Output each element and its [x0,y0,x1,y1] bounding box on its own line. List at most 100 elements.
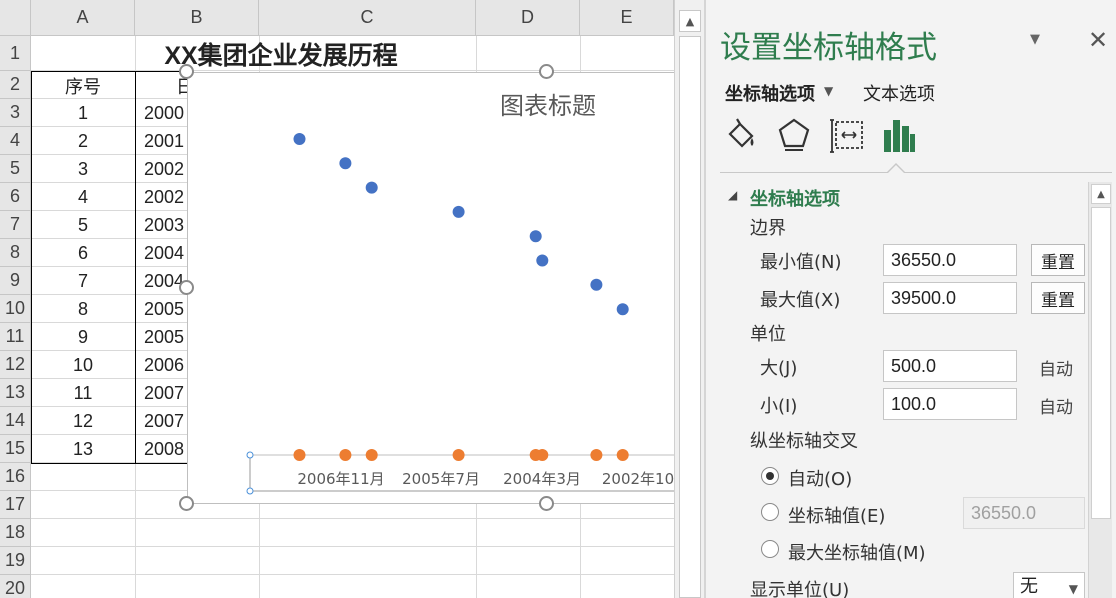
data-point-series-1[interactable] [590,278,603,291]
row-header[interactable]: 18 [0,519,31,547]
pane-scrollbar[interactable]: ▲ [1088,182,1112,598]
size-properties-icon[interactable] [830,116,864,154]
column-header-b[interactable]: B [135,0,259,36]
column-header-d[interactable]: D [476,0,580,36]
cell-seq[interactable]: 10 [31,351,135,379]
close-icon[interactable]: ✕ [1088,26,1108,54]
cell-seq[interactable]: 11 [31,379,135,407]
collapse-triangle-icon[interactable]: ◢ [728,188,737,202]
data-point-series-2[interactable] [590,449,603,461]
data-point-series-1[interactable] [339,157,352,170]
major-auto-link[interactable]: 自动 [1039,355,1073,380]
pane-options-chevron-icon[interactable]: ▼ [1030,32,1040,47]
row-header[interactable]: 7 [0,211,31,239]
row-header[interactable]: 12 [0,351,31,379]
row-header[interactable]: 19 [0,547,31,575]
scrollbar-thumb[interactable] [679,36,701,598]
data-point-series-2[interactable] [365,449,378,461]
chevron-down-icon[interactable]: ▼ [824,84,833,98]
cell-date[interactable]: 2006 [144,351,187,379]
cell-date[interactable]: 2008 [144,435,187,463]
max-reset-button[interactable]: 重置 [1031,282,1085,314]
cell-date[interactable]: 2004 [144,239,187,267]
row-header[interactable]: 20 [0,575,31,598]
effects-pentagon-icon[interactable] [777,116,811,154]
data-point-series-1[interactable] [293,133,306,145]
cell-date[interactable]: 2003 [144,211,187,239]
spreadsheet-grid[interactable]: A B C D E 1 2 3 4 5 6 7 8 9 10 11 12 13 14 15 16 17 18 19 2… [0,0,674,598]
row-header[interactable]: 3 [0,99,31,127]
cell-date[interactable]: 2001 [144,127,187,155]
minor-auto-link[interactable]: 自动 [1039,393,1073,418]
row-header[interactable]: 10 [0,295,31,323]
minor-unit-input[interactable]: 100.0 [883,388,1017,420]
chart-plot-area[interactable]: 图表标题 2006年11月 2005年7月 2004年3月 2002年10 [188,73,674,505]
column-header-c[interactable]: C [259,0,476,36]
data-point-series-1[interactable] [536,254,549,267]
chart-resize-handle[interactable] [539,64,554,79]
data-point-series-2[interactable] [339,449,352,461]
row-header[interactable]: 15 [0,435,31,463]
scroll-up-arrow-icon[interactable]: ▲ [1091,184,1111,204]
row-header[interactable]: 17 [0,491,31,519]
row-header[interactable]: 2 [0,71,31,99]
data-point-series-1[interactable] [616,303,629,316]
axis-handle[interactable] [246,451,254,459]
cell-seq[interactable]: 9 [31,323,135,351]
data-point-series-1[interactable] [452,205,465,218]
cross-auto-label[interactable]: 自动(O) [788,465,852,491]
row-header[interactable]: 16 [0,463,31,491]
row-header[interactable]: 14 [0,407,31,435]
data-point-series-2[interactable] [293,449,306,461]
row-header[interactable]: 13 [0,379,31,407]
cell-seq[interactable]: 5 [31,211,135,239]
radio-cross-auto[interactable] [761,467,779,485]
data-point-series-2[interactable] [452,449,465,461]
axis-handle[interactable] [246,487,254,495]
section-axis-options[interactable]: 坐标轴选项 [750,185,840,211]
chart-title[interactable]: 图表标题 [500,92,596,120]
cell-seq[interactable]: 2 [31,127,135,155]
row-header[interactable]: 8 [0,239,31,267]
data-point-series-2[interactable] [536,449,549,461]
row-header[interactable]: 5 [0,155,31,183]
row-header[interactable]: 1 [0,36,31,71]
cell-date[interactable]: 2005 [144,295,187,323]
tab-text-options[interactable]: 文本选项 [863,80,935,106]
radio-cross-max[interactable] [761,540,779,558]
cross-value-label[interactable]: 坐标轴值(E) [788,502,885,528]
row-header[interactable]: 9 [0,267,31,295]
cell-date[interactable]: 2002 [144,155,187,183]
tab-axis-options[interactable]: 坐标轴选项 [725,80,815,106]
cell-date[interactable]: 2007 [144,407,187,435]
cell-seq[interactable]: 1 [31,99,135,127]
cell-date[interactable]: 2005 [144,323,187,351]
sheet-vertical-scrollbar[interactable]: ▲ [674,0,704,598]
column-header-e[interactable]: E [580,0,674,36]
pane-scrollbar-thumb[interactable] [1091,207,1111,519]
cell-seq[interactable]: 4 [31,183,135,211]
min-value-input[interactable]: 36550.0 [883,244,1017,276]
cell-seq[interactable]: 6 [31,239,135,267]
cell-seq[interactable]: 13 [31,435,135,463]
data-point-series-2[interactable] [616,449,629,461]
cross-value-input[interactable]: 36550.0 [963,497,1085,529]
fill-line-icon[interactable] [724,116,758,154]
cell-seq[interactable]: 8 [31,295,135,323]
cell-date[interactable]: 2007 [144,379,187,407]
row-header[interactable]: 4 [0,127,31,155]
display-units-select[interactable]: 无 ▼ [1013,572,1085,598]
max-value-input[interactable]: 39500.0 [883,282,1017,314]
cell-seq[interactable]: 7 [31,267,135,295]
scatter-chart[interactable]: 图表标题 2006年11月 2005年7月 2004年3月 2002年10 [187,72,674,504]
data-point-series-1[interactable] [529,230,542,243]
cell-seq[interactable]: 3 [31,155,135,183]
min-reset-button[interactable]: 重置 [1031,244,1085,276]
cell-date[interactable]: 2000 [144,99,187,127]
major-unit-input[interactable]: 500.0 [883,350,1017,382]
chart-resize-handle[interactable] [179,280,194,295]
column-header-a[interactable]: A [31,0,135,36]
row-header[interactable]: 11 [0,323,31,351]
scroll-up-arrow-icon[interactable]: ▲ [679,10,701,32]
chart-resize-handle[interactable] [179,496,194,511]
